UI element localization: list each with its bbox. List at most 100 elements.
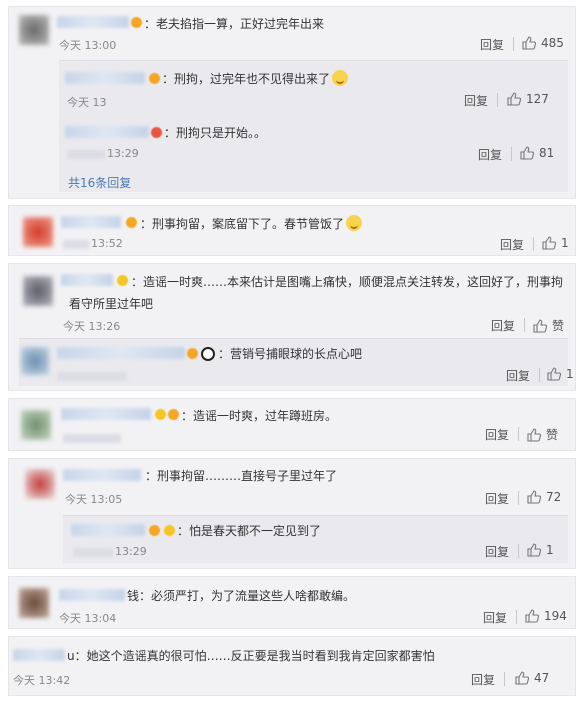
comment-card: ：造谣一时爽，过年蹲班房。 回复 赞 bbox=[8, 398, 576, 451]
divider bbox=[497, 93, 498, 107]
avatar[interactable] bbox=[19, 588, 49, 618]
verified-badge-icon bbox=[187, 348, 198, 359]
comment-text: 钱：必须严打，为了流量这些人啥都敢编。 bbox=[127, 589, 356, 603]
avatar[interactable] bbox=[23, 217, 53, 247]
like-count: 1 bbox=[561, 236, 569, 250]
thumbs-up-icon bbox=[507, 92, 522, 106]
reply-list: ：刑拘，过完年也不见得出来了 今天 13 回复 127 ：刑拘只是开始。。 13… bbox=[59, 60, 568, 192]
reply-time: 13:29 bbox=[67, 147, 139, 160]
view-all-replies-link[interactable]: 共16条回复 bbox=[68, 174, 131, 191]
thumbs-up-icon bbox=[522, 36, 537, 50]
like-button[interactable]: 194 bbox=[525, 609, 567, 623]
reply-button[interactable]: 回复 bbox=[491, 317, 515, 334]
comment-time: 今天 13:00 bbox=[59, 39, 117, 52]
username[interactable] bbox=[59, 589, 125, 601]
verified-badge-icon bbox=[131, 17, 142, 28]
like-count: 1 bbox=[546, 543, 554, 557]
thumbs-up-icon bbox=[542, 236, 557, 250]
like-button[interactable]: 47 bbox=[515, 671, 549, 685]
like-count: 72 bbox=[546, 490, 562, 504]
comment-time: 13:52 bbox=[63, 237, 123, 250]
reply-button[interactable]: 回复 bbox=[506, 367, 530, 384]
like-count: 127 bbox=[526, 92, 549, 106]
username[interactable] bbox=[13, 649, 65, 661]
username[interactable] bbox=[57, 16, 129, 28]
like-button[interactable]: 赞 bbox=[533, 317, 564, 334]
reply-button[interactable]: 回复 bbox=[485, 490, 509, 507]
reply-text: ：刑拘，过完年也不见得出来了 bbox=[162, 70, 349, 87]
username[interactable] bbox=[63, 469, 141, 481]
comment-feed: ：老夫掐指一算，正好过完年出来 今天 13:00 回复 485 ：刑拘，过完年也… bbox=[0, 0, 582, 703]
avatar[interactable] bbox=[21, 347, 49, 375]
comment-text: ：刑事拘留………直接号子里过年了 bbox=[145, 469, 338, 483]
comment-time: 今天 13:05 bbox=[65, 493, 123, 506]
username[interactable] bbox=[61, 216, 121, 228]
smile-emoji-icon bbox=[346, 215, 363, 231]
comment-card: ：造谣一时爽……本来估计是图嘴上痛快，顺便混点关注转发，这回好了，刑事拘 看守所… bbox=[8, 263, 576, 391]
like-button[interactable]: 485 bbox=[522, 36, 564, 50]
comment-text-line-1: ：造谣一时爽……本来估计是图嘴上痛快，顺便混点关注转发，这回好了，刑事拘 bbox=[131, 275, 564, 289]
thumbs-up-icon bbox=[533, 319, 548, 333]
reply-time: 13:29 bbox=[73, 545, 147, 558]
comment-text: ：老夫掐指一算，正好过完年出来 bbox=[144, 17, 325, 31]
reply-button[interactable]: 回复 bbox=[485, 426, 509, 443]
reply-button[interactable]: 回复 bbox=[500, 236, 524, 253]
reply-button[interactable]: 回复 bbox=[480, 36, 504, 53]
level-badge-icon bbox=[117, 275, 128, 286]
avatar[interactable] bbox=[19, 15, 49, 45]
like-count: 赞 bbox=[552, 319, 565, 333]
comment-text-line-2: 看守所里过年吧 bbox=[69, 297, 154, 311]
reply-button[interactable]: 回复 bbox=[464, 92, 488, 109]
like-count: 赞 bbox=[546, 428, 559, 442]
reply-button[interactable]: 回复 bbox=[485, 543, 509, 560]
reply-button[interactable]: 回复 bbox=[483, 609, 507, 626]
username[interactable] bbox=[61, 408, 151, 420]
divider bbox=[533, 237, 534, 251]
comment-card: ：刑事拘留………直接号子里过年了 今天 13:05 回复 72 ：怕是春天都不一… bbox=[8, 458, 576, 569]
thumbs-up-icon bbox=[547, 367, 562, 381]
avatar[interactable] bbox=[25, 469, 55, 499]
reply-list: ：营销号捕眼球的长点心吧 回复 1 bbox=[19, 338, 574, 386]
username-tail: 钱 bbox=[127, 589, 140, 603]
like-button[interactable]: 1 bbox=[527, 543, 554, 557]
like-count: 81 bbox=[539, 146, 555, 160]
like-button[interactable]: 72 bbox=[527, 490, 561, 504]
divider bbox=[511, 147, 512, 161]
like-button[interactable]: 127 bbox=[507, 92, 549, 106]
comment-text: u：她这个造谣真的很可怕……反正要是我当时看到我肯定回家都害怕 bbox=[67, 649, 435, 663]
reply-text: ：怕是春天都不一定见到了 bbox=[177, 524, 322, 538]
level-badge-icon bbox=[164, 525, 175, 536]
like-button[interactable]: 赞 bbox=[527, 426, 558, 443]
comment-time: 今天 13:26 bbox=[63, 320, 121, 333]
comment-time: 今天 13:42 bbox=[13, 674, 71, 687]
username[interactable] bbox=[61, 274, 113, 286]
comment-card: ：刑事拘留，案底留下了。春节管饭了 13:52 回复 1 bbox=[8, 205, 576, 256]
reply-username[interactable] bbox=[57, 347, 185, 359]
reply-time bbox=[57, 369, 129, 382]
divider bbox=[539, 368, 540, 382]
reply-button[interactable]: 回复 bbox=[471, 671, 495, 688]
thumbs-up-icon bbox=[515, 671, 530, 685]
panda-emoji-icon bbox=[201, 347, 215, 361]
divider bbox=[504, 672, 505, 686]
reply-username[interactable] bbox=[65, 126, 149, 138]
reply-username[interactable] bbox=[71, 524, 145, 536]
avatar[interactable] bbox=[23, 276, 53, 306]
username-tail: u bbox=[67, 649, 75, 663]
like-button[interactable]: 1 bbox=[542, 236, 569, 250]
verified-badge-icon bbox=[149, 525, 160, 536]
thumbs-up-icon bbox=[527, 490, 542, 504]
comment-time: 今天 13:04 bbox=[59, 612, 117, 625]
like-button[interactable]: 81 bbox=[520, 146, 554, 160]
comment-card: u：她这个造谣真的很可怕……反正要是我当时看到我肯定回家都害怕 今天 13:42… bbox=[8, 636, 576, 696]
divider bbox=[516, 610, 517, 624]
verified-badge-icon bbox=[168, 409, 179, 420]
verified-badge-icon bbox=[149, 73, 160, 84]
reply-username[interactable] bbox=[65, 72, 145, 84]
divider bbox=[518, 427, 519, 441]
avatar[interactable] bbox=[21, 410, 51, 440]
thumbs-up-icon bbox=[520, 146, 535, 160]
like-button[interactable]: 1 bbox=[547, 367, 574, 381]
thumbs-up-icon bbox=[527, 428, 542, 442]
reply-button[interactable]: 回复 bbox=[478, 146, 502, 163]
